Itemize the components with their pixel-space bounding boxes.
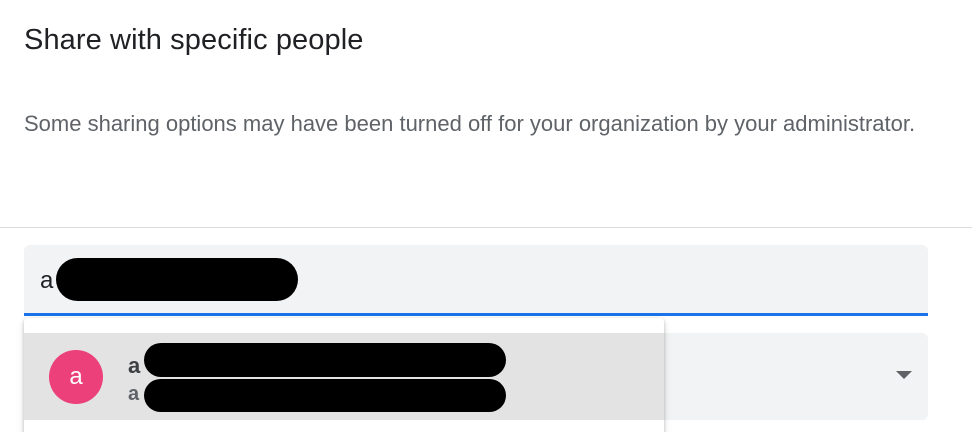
redacted-email — [144, 379, 506, 412]
suggestion-dropdown: a a a — [24, 318, 664, 432]
redacted-input-text — [56, 258, 298, 301]
suggestion-item[interactable]: a a a — [24, 333, 664, 420]
avatar: a — [49, 350, 103, 404]
caret-down-icon[interactable] — [896, 371, 912, 379]
divider — [0, 227, 972, 228]
redacted-name — [144, 343, 506, 377]
admin-restriction-note: Some sharing options may have been turne… — [24, 111, 916, 136]
add-people-input-value: a — [40, 267, 54, 294]
dialog-title: Share with specific people — [24, 24, 364, 56]
suggestion-email: a — [128, 383, 140, 405]
add-people-input[interactable]: a — [24, 245, 928, 316]
permission-select[interactable] — [640, 333, 928, 420]
share-dialog: Share with specific people Some sharing … — [0, 0, 972, 432]
suggestion-name: a — [128, 353, 141, 378]
